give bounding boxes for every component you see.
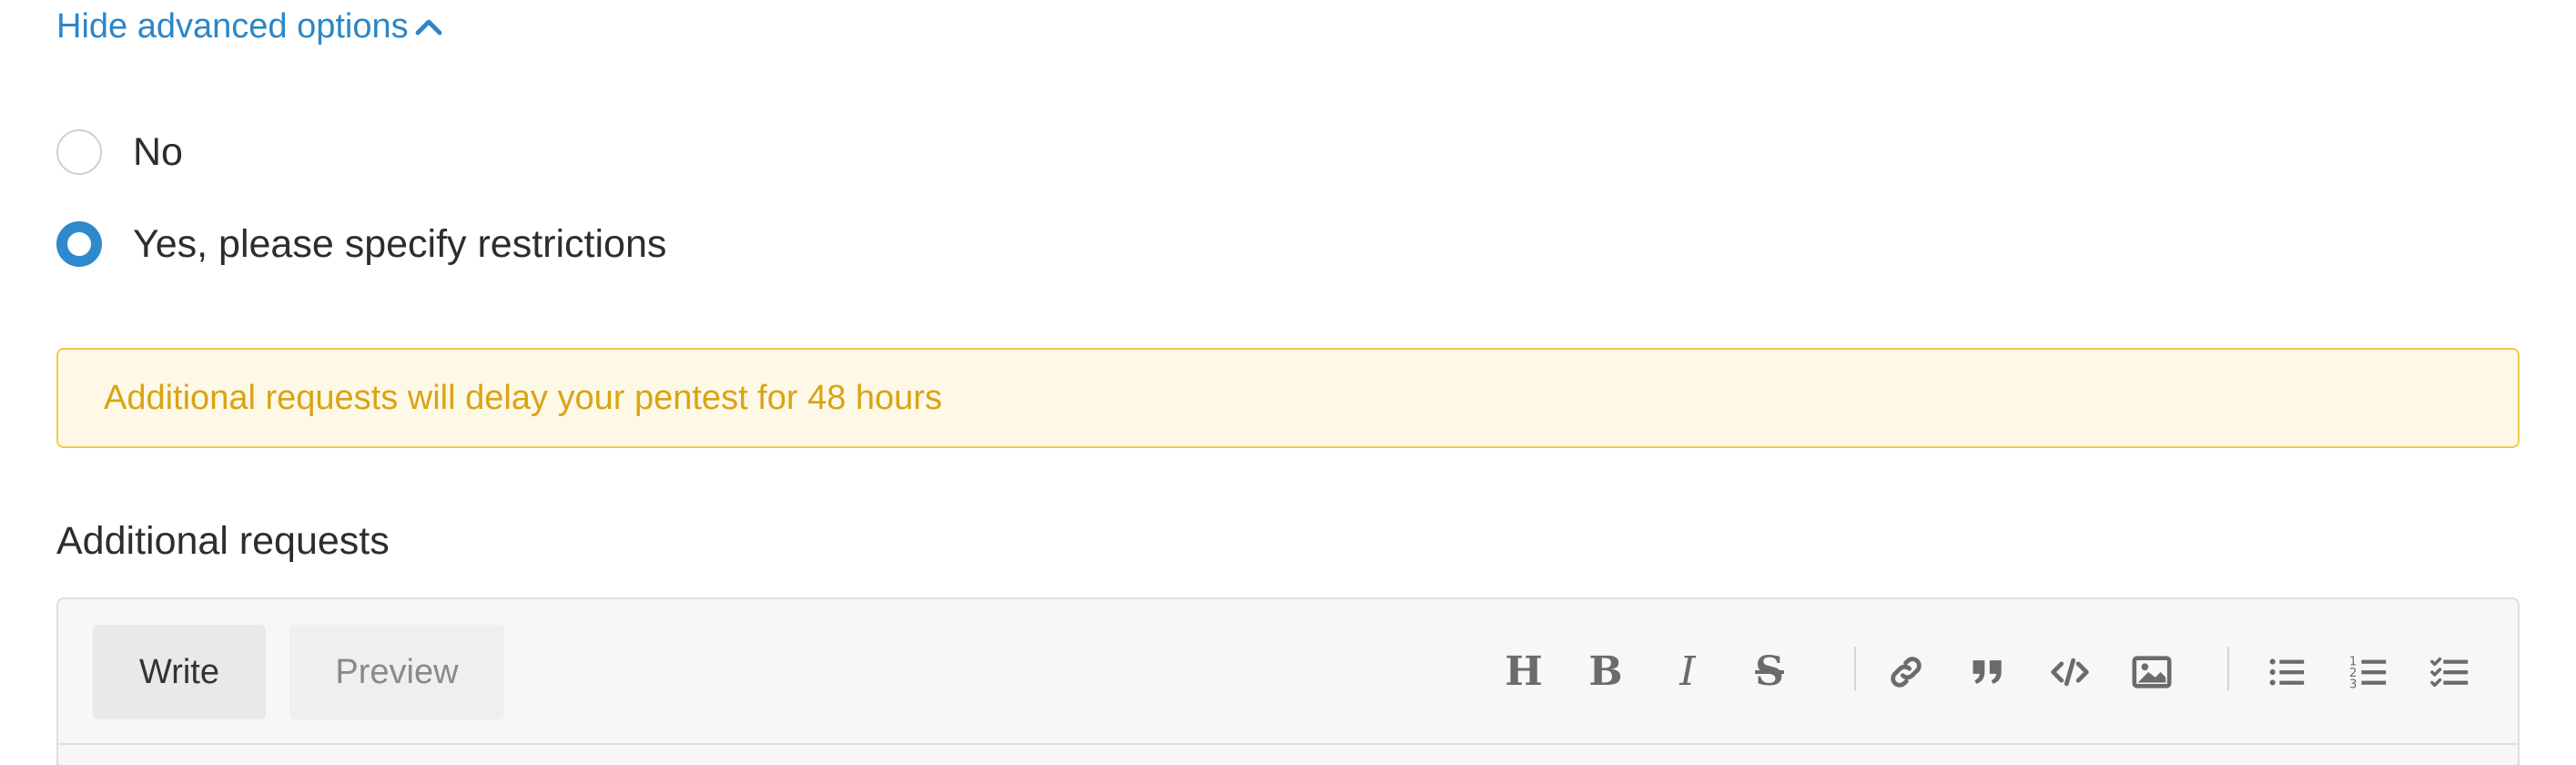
delay-warning-banner: Additional requests will delay your pent… (56, 348, 2520, 448)
page: Hide advanced options No Yes, please spe… (0, 0, 2576, 765)
heading-icon[interactable]: H (1498, 647, 1549, 698)
radio-yes-label: Yes, please specify restrictions (133, 221, 667, 266)
svg-text:3: 3 (2349, 678, 2358, 691)
markdown-editor: Write Preview H B I S 1 2 3 (56, 597, 2520, 765)
bulleted-list-icon[interactable] (2261, 647, 2312, 698)
radio-no[interactable] (56, 129, 102, 175)
tab-write[interactable]: Write (93, 625, 266, 719)
tab-preview[interactable]: Preview (289, 625, 504, 719)
image-icon[interactable] (2126, 647, 2177, 698)
radio-option-yes[interactable]: Yes, please specify restrictions (56, 221, 666, 267)
additional-requests-label: Additional requests (56, 519, 390, 563)
task-list-icon[interactable] (2425, 647, 2476, 698)
editor-toolbar: Write Preview H B I S 1 2 3 (58, 599, 2518, 745)
italic-icon[interactable]: I (1662, 647, 1713, 698)
toolbar-divider (2227, 647, 2229, 690)
quote-icon[interactable] (1962, 647, 2013, 698)
link-icon[interactable] (1881, 647, 1932, 698)
strikethrough-icon[interactable]: S (1744, 647, 1795, 698)
delay-warning-text: Additional requests will delay your pent… (104, 378, 942, 417)
toolbar-divider (1854, 647, 1856, 690)
hide-advanced-options-label: Hide advanced options (56, 7, 409, 46)
bold-icon[interactable]: B (1580, 647, 1631, 698)
radio-option-no[interactable]: No (56, 129, 183, 175)
numbered-list-icon[interactable]: 1 2 3 (2343, 647, 2394, 698)
hide-advanced-options-link[interactable]: Hide advanced options (56, 7, 445, 46)
code-icon[interactable] (2044, 647, 2095, 698)
radio-no-label: No (133, 129, 183, 174)
chevron-up-icon (412, 11, 445, 44)
radio-yes[interactable] (56, 221, 102, 267)
